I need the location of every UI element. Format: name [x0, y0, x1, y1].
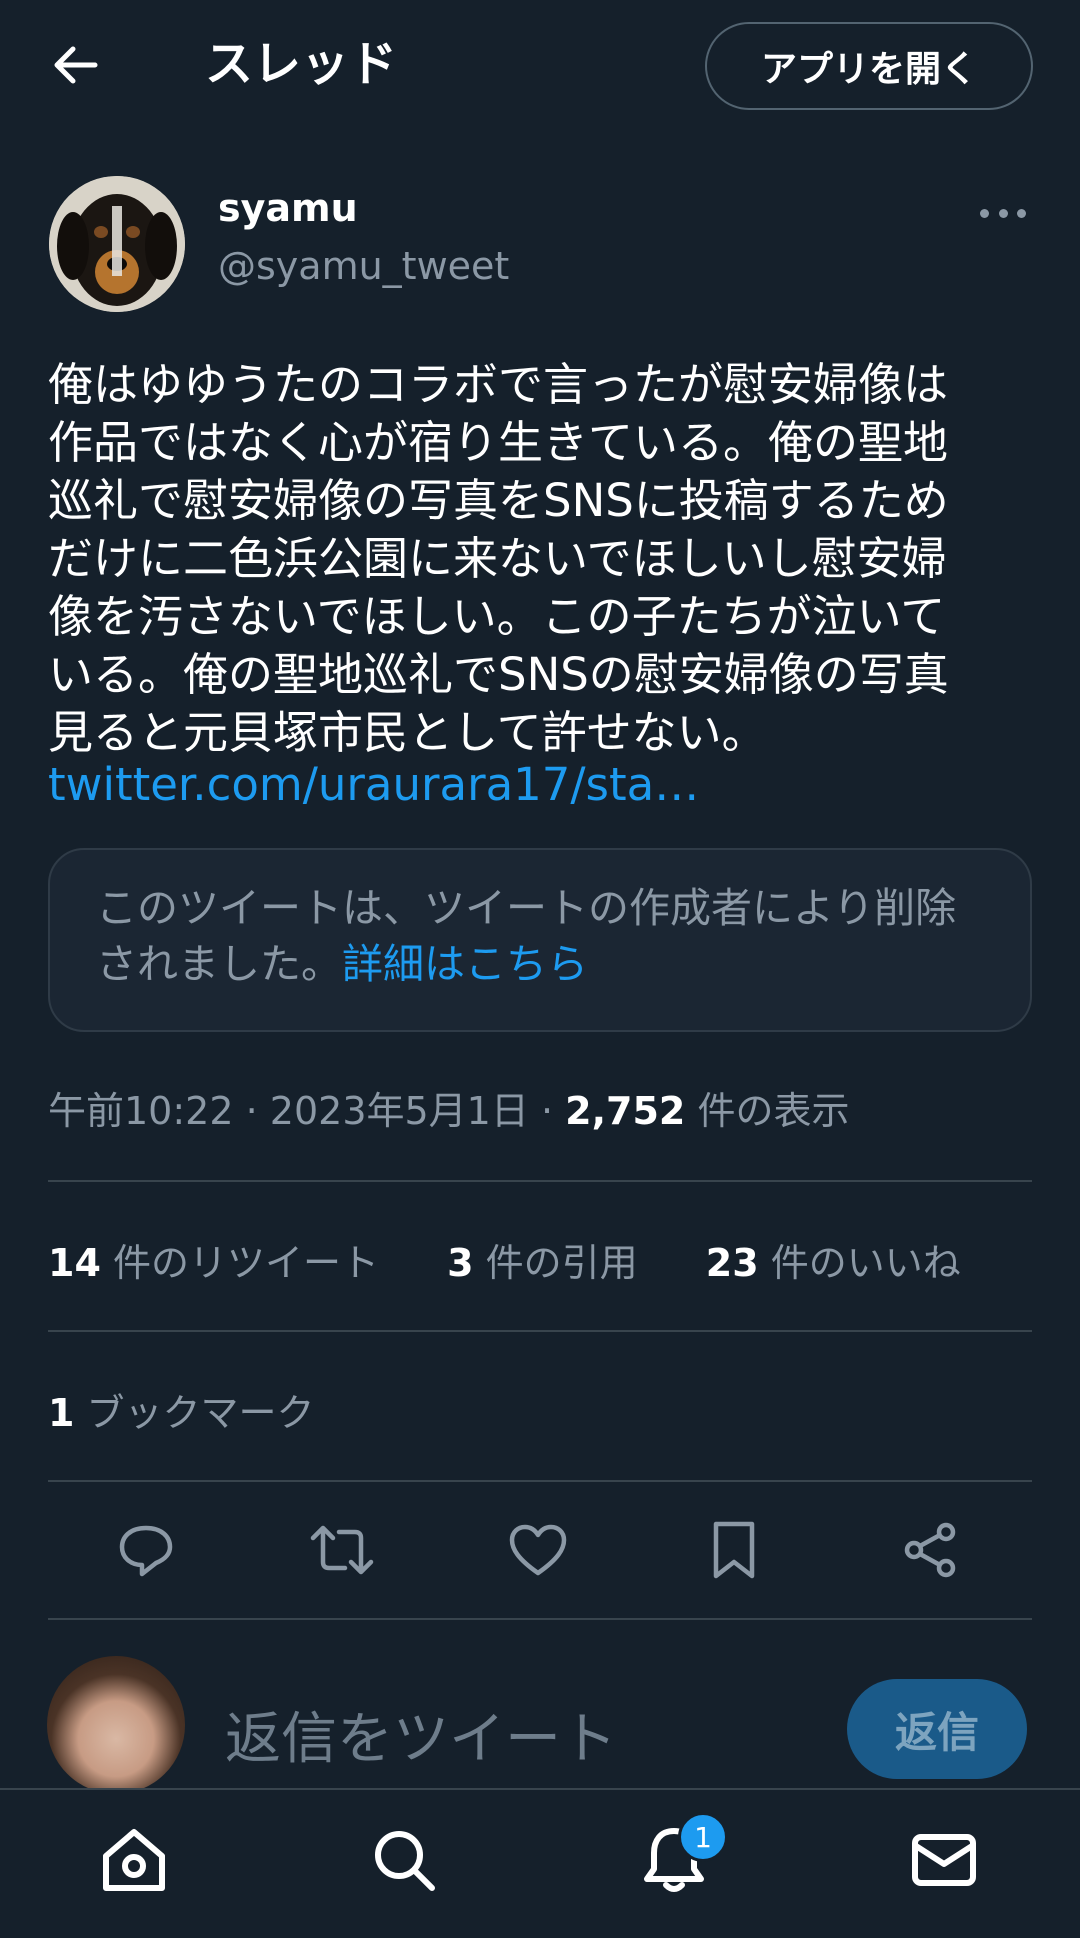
arrow-left-icon	[54, 46, 98, 84]
nav-messages[interactable]	[902, 1818, 986, 1902]
user-avatar[interactable]	[47, 1656, 185, 1794]
author-avatar[interactable]	[49, 176, 185, 312]
quotes-label: 件の引用	[485, 1241, 638, 1285]
tweet-link[interactable]: twitter.com/uraurara17/sta…	[48, 758, 699, 811]
bookmarks-count: 1	[48, 1391, 75, 1435]
search-icon	[375, 1831, 435, 1891]
messages-icon	[912, 1834, 976, 1886]
more-options-button[interactable]	[980, 198, 1026, 228]
bookmarks-stat: 1 ブックマーク	[48, 1382, 315, 1437]
divider	[48, 1330, 1032, 1332]
nav-search[interactable]	[362, 1818, 446, 1902]
home-icon	[103, 1829, 165, 1891]
bottom-nav	[0, 1788, 1080, 1938]
bookmarks-label: ブックマーク	[86, 1391, 315, 1435]
open-app-button[interactable]: アプリを開く	[705, 22, 1033, 110]
author-display-name[interactable]: syamu	[218, 186, 358, 230]
tweet-date[interactable]: 2023年5月1日	[270, 1089, 529, 1133]
more-dot	[1017, 208, 1026, 218]
tweet-text: 俺はゆゆうたのコラボで言ったが慰安婦像は 作品ではなく心が宿り生きている。俺の聖…	[48, 358, 949, 759]
bookmark-action-button[interactable]	[698, 1514, 770, 1586]
divider	[48, 1180, 1032, 1182]
likes-count: 23	[705, 1241, 759, 1285]
divider	[48, 1480, 1032, 1482]
author-handle[interactable]: @syamu_tweet	[218, 244, 509, 288]
quoted-tweet-deleted: このツイートは、ツイートの作成者により削除 されました。詳細はこちら	[48, 848, 1032, 1032]
views-count: 2,752	[565, 1089, 686, 1133]
retweet-action-button[interactable]	[306, 1514, 378, 1586]
retweets-count: 14	[48, 1241, 101, 1285]
tweet-action-bar	[48, 1514, 1032, 1586]
learn-more-link[interactable]: 詳細はこちら	[342, 940, 588, 988]
retweets-label: 件のリツイート	[112, 1241, 379, 1285]
meta-separator: ·	[540, 1089, 554, 1133]
page-title: スレッド	[205, 36, 398, 92]
tweet-meta: 午前10:22 · 2023年5月1日 · 2,752 件の表示	[48, 1080, 849, 1135]
likes-stat[interactable]: 23 件のいいね	[706, 1241, 961, 1285]
quotes-count: 3	[447, 1241, 474, 1285]
quotes-stat[interactable]: 3 件の引用	[447, 1241, 638, 1285]
more-dot	[998, 208, 1008, 218]
tweet-time[interactable]: 午前10:22	[48, 1089, 234, 1133]
views-label: 件の表示	[697, 1089, 850, 1133]
notification-badge: 1	[678, 1812, 728, 1862]
meta-separator: ·	[245, 1089, 258, 1133]
share-action-button[interactable]	[894, 1514, 966, 1586]
retweets-stat[interactable]: 14 件のリツイート	[48, 1241, 379, 1285]
divider	[48, 1618, 1032, 1620]
retweet-icon	[310, 1525, 374, 1575]
nav-home[interactable]	[92, 1818, 176, 1902]
bookmark-icon	[713, 1521, 755, 1579]
share-icon	[904, 1522, 956, 1578]
reply-input[interactable]: 返信をツイート	[225, 1694, 617, 1775]
more-dot	[980, 208, 989, 218]
top-bar: スレッド アプリを開く	[0, 0, 1080, 132]
back-button[interactable]	[44, 40, 106, 90]
dog-avatar-image	[49, 176, 185, 312]
likes-label: 件のいいね	[770, 1241, 961, 1285]
engagement-stats: 14 件のリツイート 3 件の引用 23 件のいいね	[48, 1232, 1017, 1287]
reply-action-button[interactable]	[110, 1514, 182, 1586]
reply-submit-button[interactable]: 返信	[847, 1679, 1027, 1779]
heart-icon	[509, 1524, 567, 1576]
like-action-button[interactable]	[502, 1514, 574, 1586]
reply-icon	[119, 1525, 173, 1577]
